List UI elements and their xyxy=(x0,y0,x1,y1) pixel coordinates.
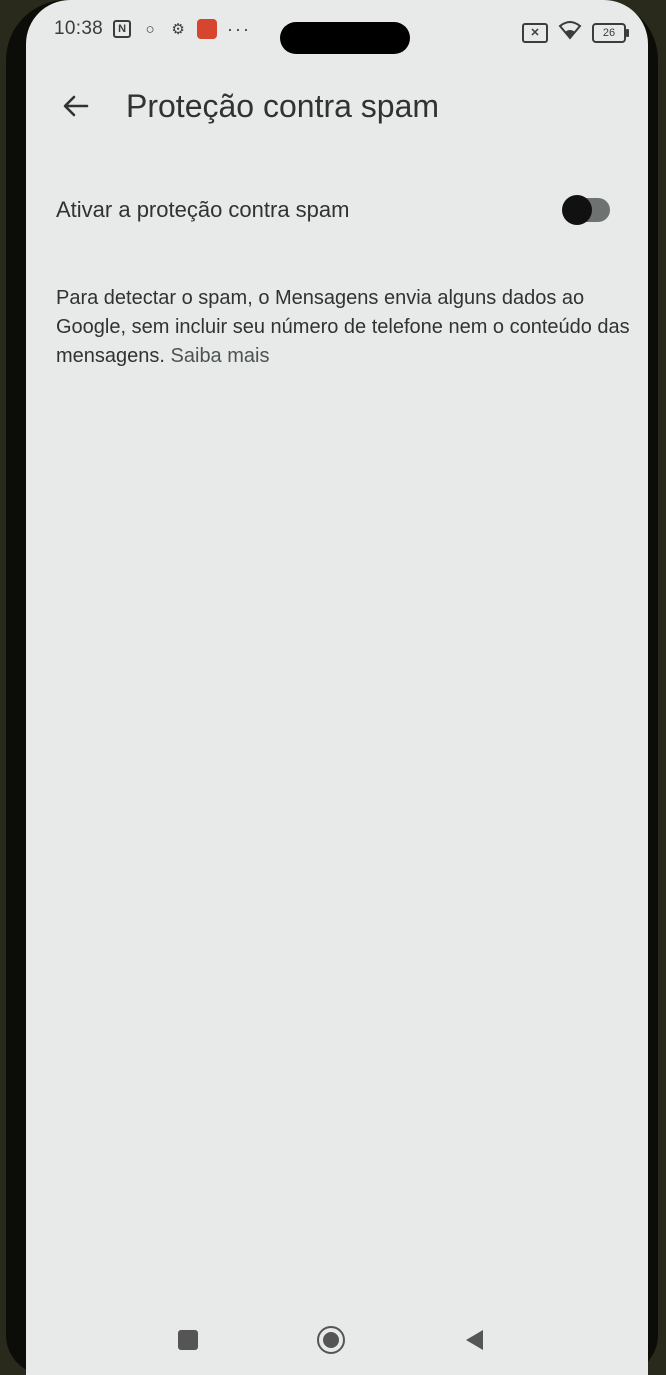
triangle-back-icon xyxy=(466,1330,483,1350)
camera-notch xyxy=(280,22,410,54)
app-bar: Proteção contra spam xyxy=(26,80,648,136)
recents-button[interactable] xyxy=(166,1318,210,1362)
learn-more-link[interactable]: Saiba mais xyxy=(171,345,270,367)
no-sim-icon: ✕ xyxy=(522,22,548,43)
arrow-back-icon xyxy=(63,95,89,117)
screen: 10:38 N ○ ⚙ ··· ✕ 26 Proteção contra spa… xyxy=(26,0,648,1375)
spam-protection-label: Ativar a proteção contra spam xyxy=(56,197,350,222)
phone-frame: 10:38 N ○ ⚙ ··· ✕ 26 Proteção contra spa… xyxy=(6,0,658,1375)
spam-protection-row[interactable]: Ativar a proteção contra spam xyxy=(40,172,630,248)
app-notification-icon xyxy=(197,19,218,39)
wifi-icon xyxy=(558,20,582,45)
recents-icon xyxy=(178,1330,198,1350)
page-title: Proteção contra spam xyxy=(126,88,440,124)
settings-icon: ⚙ xyxy=(171,21,185,38)
description-text: Para detectar o spam, o Mensagens envia … xyxy=(56,287,630,367)
battery-icon: 26 xyxy=(592,22,629,43)
sim-status-icon: ○ xyxy=(145,20,155,38)
home-icon xyxy=(317,1326,345,1354)
switch-knob xyxy=(562,195,592,225)
home-button[interactable] xyxy=(309,1318,353,1362)
back-button[interactable] xyxy=(54,84,98,128)
spam-description: Para detectar o spam, o Mensagens envia … xyxy=(56,284,636,371)
overflow-dots: ··· xyxy=(227,18,252,39)
navigation-bar xyxy=(26,1300,648,1375)
spam-protection-switch[interactable] xyxy=(562,195,610,225)
nfc-icon: N xyxy=(113,20,132,38)
status-time: 10:38 xyxy=(54,18,104,39)
nav-back-button[interactable] xyxy=(452,1318,496,1362)
status-bar-left: 10:38 N ○ ⚙ ··· xyxy=(54,18,251,40)
status-bar-right: ✕ 26 xyxy=(522,20,629,45)
